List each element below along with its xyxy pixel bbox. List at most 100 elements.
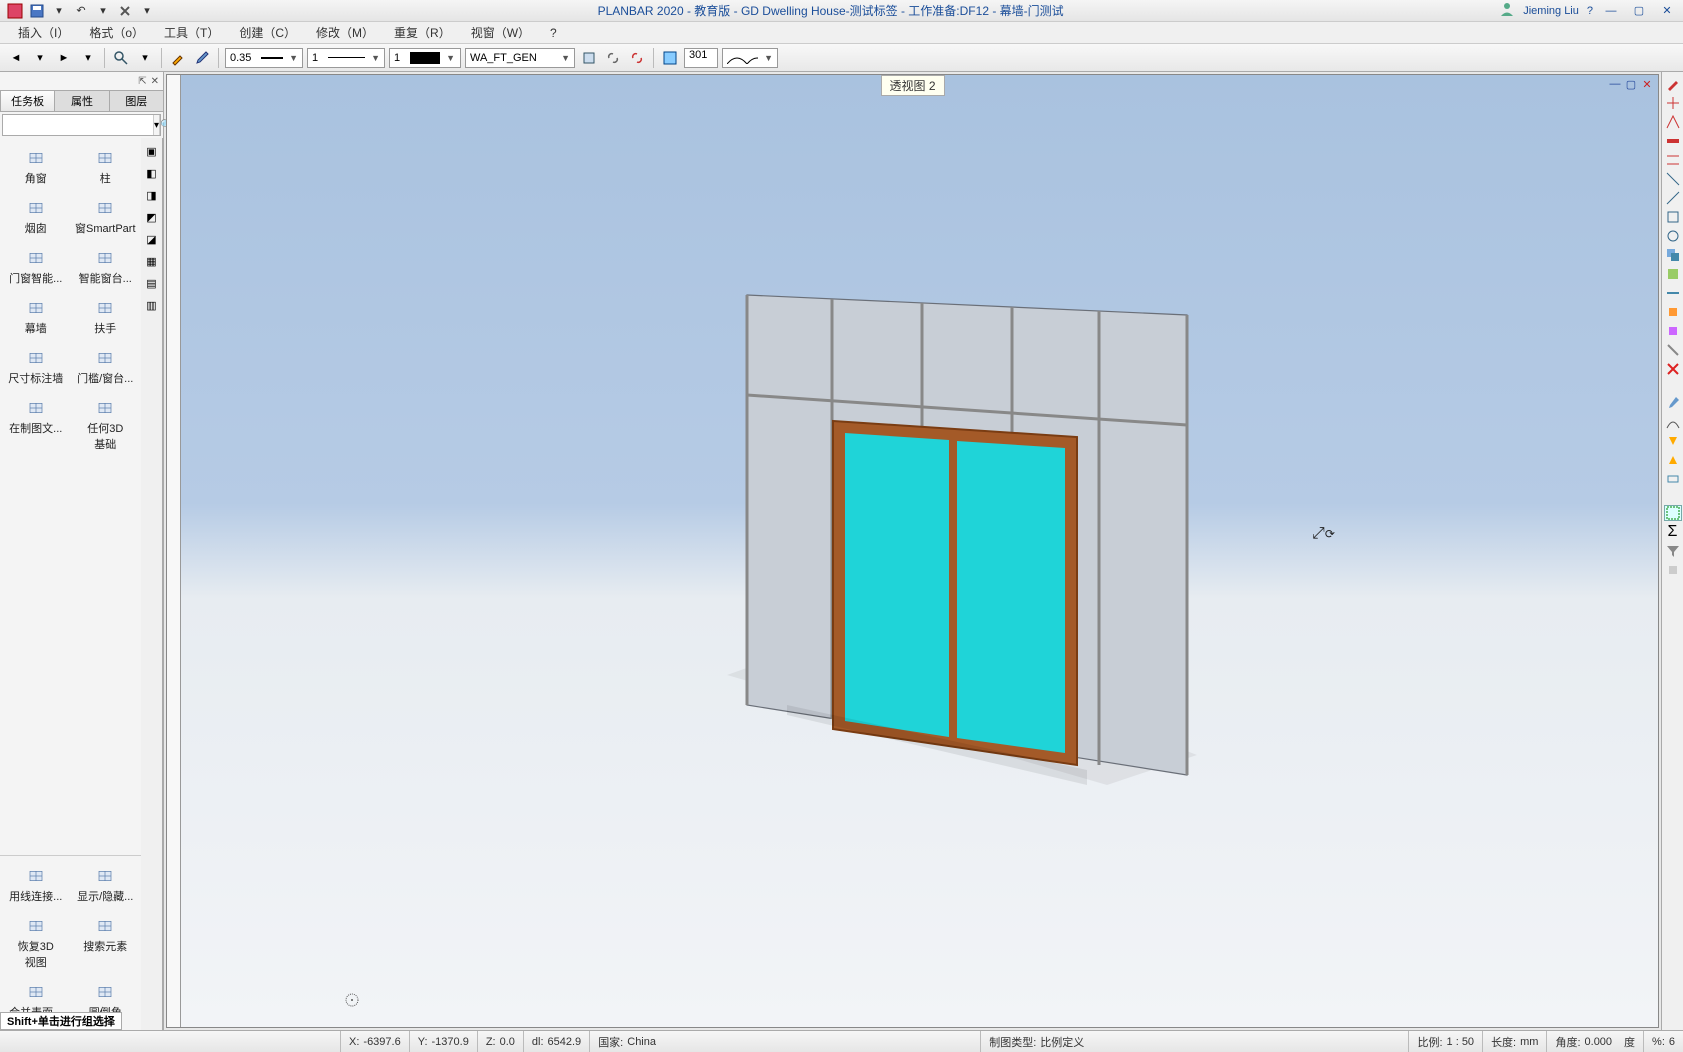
fwd-icon[interactable]: ► — [54, 48, 74, 68]
rtool-13[interactable] — [1664, 342, 1682, 358]
material-icon[interactable] — [660, 48, 680, 68]
rtool-pencil-icon[interactable] — [1664, 76, 1682, 92]
restore-3d-view-tool[interactable]: 恢复3D 视图 — [2, 912, 70, 974]
qat-save-icon[interactable] — [28, 2, 46, 20]
viewport-close-icon[interactable]: ✕ — [1640, 77, 1654, 91]
rtool-17[interactable] — [1664, 471, 1682, 487]
rtool-sigma-icon[interactable]: Σ — [1664, 524, 1682, 540]
rtool-8[interactable] — [1664, 228, 1682, 244]
qat-settings-icon[interactable] — [116, 2, 134, 20]
rtool-12[interactable] — [1664, 323, 1682, 339]
layer-combo[interactable]: WA_FT_GEN▼ — [465, 48, 575, 68]
panel-close-icon[interactable]: ✕ — [151, 76, 159, 87]
user-icon[interactable] — [1499, 1, 1515, 20]
strip-icon-7[interactable]: ▥ — [143, 296, 161, 314]
hatch-combo[interactable]: ▼ — [722, 48, 778, 68]
rtool-delete-icon[interactable] — [1664, 361, 1682, 377]
rtool-16[interactable] — [1664, 452, 1682, 468]
column-tool[interactable]: 柱 — [72, 144, 140, 190]
rtool-18[interactable] — [1664, 562, 1682, 578]
menu-view[interactable]: 视窗（W） — [461, 22, 540, 43]
qat-dropdown-3[interactable]: ▾ — [138, 2, 156, 20]
brush-icon[interactable] — [192, 48, 212, 68]
qat-undo-icon[interactable]: ↶ — [72, 2, 90, 20]
status-country[interactable]: 国家:China — [589, 1031, 664, 1052]
status-length[interactable]: 长度:mm — [1482, 1031, 1546, 1052]
rtool-11[interactable] — [1664, 304, 1682, 320]
show-hide-tool[interactable]: 显示/隐藏... — [72, 862, 140, 908]
viewport-min-icon[interactable]: — — [1608, 77, 1622, 91]
rtool-9[interactable] — [1664, 266, 1682, 282]
tab-layers[interactable]: 图层 — [109, 90, 164, 112]
surface-number-input[interactable]: 301 — [684, 48, 718, 68]
any-3d-base-tool[interactable]: 任何3D 基础 — [72, 394, 140, 456]
chimney-tool[interactable]: 烟囱 — [2, 194, 70, 240]
strip-icon-4[interactable]: ◪ — [143, 230, 161, 248]
strip-icon-6[interactable]: ▤ — [143, 274, 161, 292]
rtool-2[interactable] — [1664, 114, 1682, 130]
minimize-icon[interactable]: — — [1601, 2, 1621, 20]
menu-help[interactable]: ? — [540, 24, 567, 42]
rtool-3[interactable] — [1664, 133, 1682, 149]
menu-modify[interactable]: 修改（M） — [306, 22, 384, 43]
rtool-10[interactable] — [1664, 285, 1682, 301]
rtool-5[interactable] — [1664, 171, 1682, 187]
rtool-6[interactable] — [1664, 190, 1682, 206]
viewport-3d[interactable]: 透视图 2 — ▢ ✕ — [166, 74, 1659, 1028]
menu-repeat[interactable]: 重复（R） — [384, 22, 461, 43]
line-thickness-combo[interactable]: 0.35▼ — [225, 48, 303, 68]
back-dd[interactable]: ▾ — [30, 48, 50, 68]
app-icon[interactable] — [6, 2, 24, 20]
close-icon[interactable]: ✕ — [1657, 2, 1677, 20]
status-drawtype[interactable]: 制图类型:比例定义 — [980, 1031, 1092, 1052]
eyedropper-icon[interactable] — [168, 48, 188, 68]
door-window-sill-tool[interactable]: 门槛/窗台... — [72, 344, 140, 390]
search-element-tool[interactable]: 搜索元素 — [72, 912, 140, 974]
strip-icon-2[interactable]: ◨ — [143, 186, 161, 204]
qat-dropdown-1[interactable]: ▾ — [50, 2, 68, 20]
rtool-filter-icon[interactable] — [1664, 543, 1682, 559]
color-combo[interactable]: 1▼ — [389, 48, 461, 68]
status-scale[interactable]: 比例:1 : 50 — [1408, 1031, 1482, 1052]
zoom-dd[interactable]: ▾ — [135, 48, 155, 68]
wire-connect-tool[interactable]: 用线连接... — [2, 862, 70, 908]
smart-sill-tool[interactable]: 智能窗台... — [72, 244, 140, 290]
status-angle[interactable]: 角度:0.000度 — [1546, 1031, 1643, 1052]
back-icon[interactable]: ◄ — [6, 48, 26, 68]
layer-props-icon[interactable] — [579, 48, 599, 68]
strip-icon-5[interactable]: ▦ — [143, 252, 161, 270]
menu-create[interactable]: 创建（C） — [229, 22, 306, 43]
rtool-eyedrop-icon[interactable] — [1664, 395, 1682, 411]
rtool-7[interactable] — [1664, 209, 1682, 225]
fwd-dd[interactable]: ▾ — [78, 48, 98, 68]
zoom-icon[interactable] — [111, 48, 131, 68]
pin-icon[interactable]: ⇱ — [138, 76, 146, 87]
user-name[interactable]: Jieming Liu — [1523, 5, 1579, 17]
help-icon[interactable]: ? — [1587, 5, 1593, 17]
dimension-wall-tool[interactable]: 尺寸标注墙 — [2, 344, 70, 390]
menu-insert[interactable]: 插入（I） — [8, 22, 79, 43]
rtool-1[interactable] — [1664, 95, 1682, 111]
in-drawing-tool[interactable]: 在制图文... — [2, 394, 70, 456]
maximize-icon[interactable]: ▢ — [1629, 2, 1649, 20]
handrail-tool[interactable]: 扶手 — [72, 294, 140, 340]
window-door-smart-tool[interactable]: 门窗智能... — [2, 244, 70, 290]
rtool-4[interactable] — [1664, 152, 1682, 168]
menu-format[interactable]: 格式（o） — [79, 22, 154, 43]
rtool-14[interactable] — [1664, 414, 1682, 430]
corner-window-tool[interactable]: 角窗 — [2, 144, 70, 190]
strip-filter-icon[interactable]: ▣ — [143, 142, 161, 160]
viewport-max-icon[interactable]: ▢ — [1624, 77, 1638, 91]
chain-icon[interactable] — [603, 48, 623, 68]
menu-tools[interactable]: 工具（T） — [154, 22, 229, 43]
rtool-15[interactable] — [1664, 433, 1682, 449]
rtool-copy-icon[interactable] — [1664, 247, 1682, 263]
linetype-combo[interactable]: 1▼ — [307, 48, 385, 68]
panel-search-input[interactable] — [3, 115, 153, 135]
rtool-select-all-icon[interactable] — [1664, 505, 1682, 521]
curtain-wall-tool[interactable]: 幕墙 — [2, 294, 70, 340]
unchain-icon[interactable] — [627, 48, 647, 68]
qat-dropdown-2[interactable]: ▾ — [94, 2, 112, 20]
status-pct[interactable]: %:6 — [1643, 1031, 1683, 1052]
tab-properties[interactable]: 属性 — [54, 90, 109, 112]
